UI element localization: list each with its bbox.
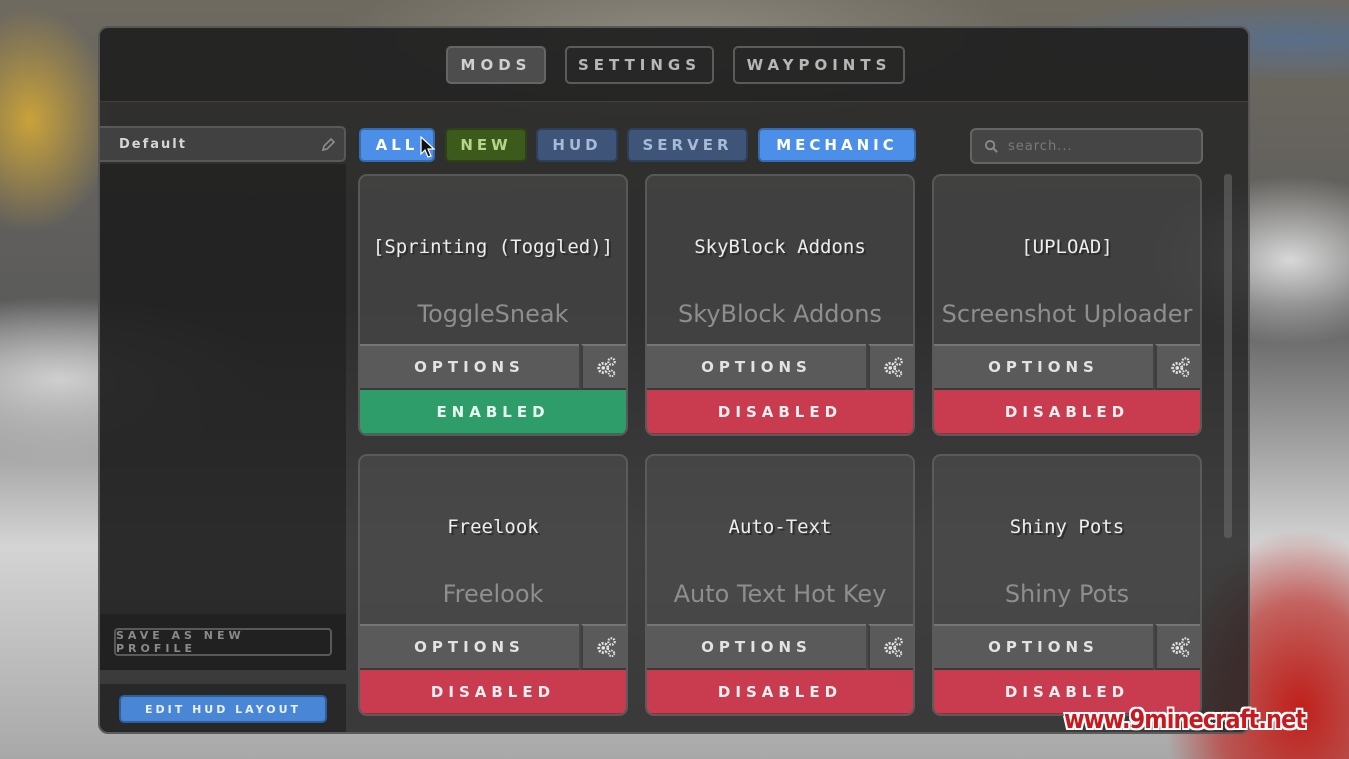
mods-scrollbar[interactable]: [1224, 174, 1232, 538]
mod-name: Auto Text Hot Key: [673, 580, 887, 608]
mod-title: Auto-Text: [728, 516, 832, 538]
mod-title: Freelook: [447, 516, 539, 538]
search-icon: [984, 139, 998, 153]
mod-disabled-toggle[interactable]: DISABLED: [360, 670, 626, 714]
profile-name-label: Default: [119, 136, 187, 152]
mod-name: ToggleSneak: [417, 300, 569, 328]
mod-options-button[interactable]: OPTIONS: [934, 344, 1153, 390]
mod-title: SkyBlock Addons: [694, 236, 866, 258]
search-input[interactable]: search...: [970, 128, 1203, 164]
mod-options-button[interactable]: OPTIONS: [647, 344, 866, 390]
filter-mechanic[interactable]: MECHANIC: [758, 128, 916, 162]
tab-mods[interactable]: MODS: [446, 46, 546, 84]
mod-options-button[interactable]: OPTIONS: [647, 624, 866, 670]
mod-enabled-toggle[interactable]: ENABLED: [360, 390, 626, 434]
gears-icon: [883, 357, 903, 378]
mod-options-button[interactable]: OPTIONS: [360, 344, 579, 390]
mod-title: [Sprinting (Toggled)]: [372, 236, 614, 258]
mod-settings-button[interactable]: [1155, 624, 1200, 670]
pencil-icon[interactable]: [320, 137, 336, 153]
mod-settings-button[interactable]: [1155, 344, 1200, 390]
mod-options-button[interactable]: OPTIONS: [360, 624, 579, 670]
mod-name: SkyBlock Addons: [678, 300, 882, 328]
mod-card: Shiny Pots Shiny Pots OPTIONS DISABLED: [932, 454, 1202, 716]
mod-settings-button[interactable]: [868, 624, 913, 670]
mod-card: Freelook Freelook OPTIONS DISABLED: [358, 454, 628, 716]
top-navigation: MODS SETTINGS WAYPOINTS: [100, 28, 1248, 102]
mod-settings-button[interactable]: [581, 344, 626, 390]
edit-hud-layout-button[interactable]: EDIT HUD LAYOUT: [119, 695, 327, 723]
mod-name: Freelook: [442, 580, 544, 608]
watermark-text: www.9minecraft.net: [1064, 705, 1306, 735]
mod-settings-button[interactable]: [868, 344, 913, 390]
tab-waypoints[interactable]: WAYPOINTS: [733, 46, 905, 84]
mod-name: Shiny Pots: [1004, 580, 1130, 608]
mod-card: SkyBlock Addons SkyBlock Addons OPTIONS …: [645, 174, 915, 436]
mod-card: Auto-Text Auto Text Hot Key OPTIONS DISA…: [645, 454, 915, 716]
mods-menu-panel: MODS SETTINGS WAYPOINTS Default SAVE AS …: [98, 26, 1250, 734]
mod-disabled-toggle[interactable]: DISABLED: [647, 670, 913, 714]
gears-icon: [596, 637, 616, 658]
filter-hud[interactable]: HUD: [536, 128, 618, 162]
edit-hud-area: EDIT HUD LAYOUT: [100, 684, 346, 732]
gears-icon: [1170, 637, 1190, 658]
mod-card: [UPLOAD] Screenshot Uploader OPTIONS DIS…: [932, 174, 1202, 436]
mod-card: [Sprinting (Toggled)] ToggleSneak OPTION…: [358, 174, 628, 436]
mod-settings-button[interactable]: [581, 624, 626, 670]
mod-disabled-toggle[interactable]: DISABLED: [647, 390, 913, 434]
gears-icon: [1170, 357, 1190, 378]
save-profile-area: SAVE AS NEW PROFILE: [100, 614, 346, 670]
profile-sidebar: Default SAVE AS NEW PROFILE EDIT HUD LAY…: [100, 124, 348, 732]
save-as-new-profile-button[interactable]: SAVE AS NEW PROFILE: [114, 628, 332, 656]
gears-icon: [596, 357, 616, 378]
gears-icon: [883, 637, 903, 658]
profile-list: [100, 164, 346, 614]
mod-disabled-toggle[interactable]: DISABLED: [934, 390, 1200, 434]
profile-name-field[interactable]: Default: [100, 126, 346, 162]
mod-title: Shiny Pots: [1009, 516, 1125, 538]
mod-options-button[interactable]: OPTIONS: [934, 624, 1153, 670]
mod-name: Screenshot Uploader: [941, 300, 1193, 328]
mouse-cursor-icon: [420, 136, 436, 158]
mod-title: [UPLOAD]: [1021, 236, 1113, 258]
search-placeholder: search...: [1008, 138, 1073, 154]
filter-new[interactable]: NEW: [445, 128, 527, 162]
filter-server[interactable]: SERVER: [627, 128, 748, 162]
tab-settings[interactable]: SETTINGS: [565, 46, 714, 84]
